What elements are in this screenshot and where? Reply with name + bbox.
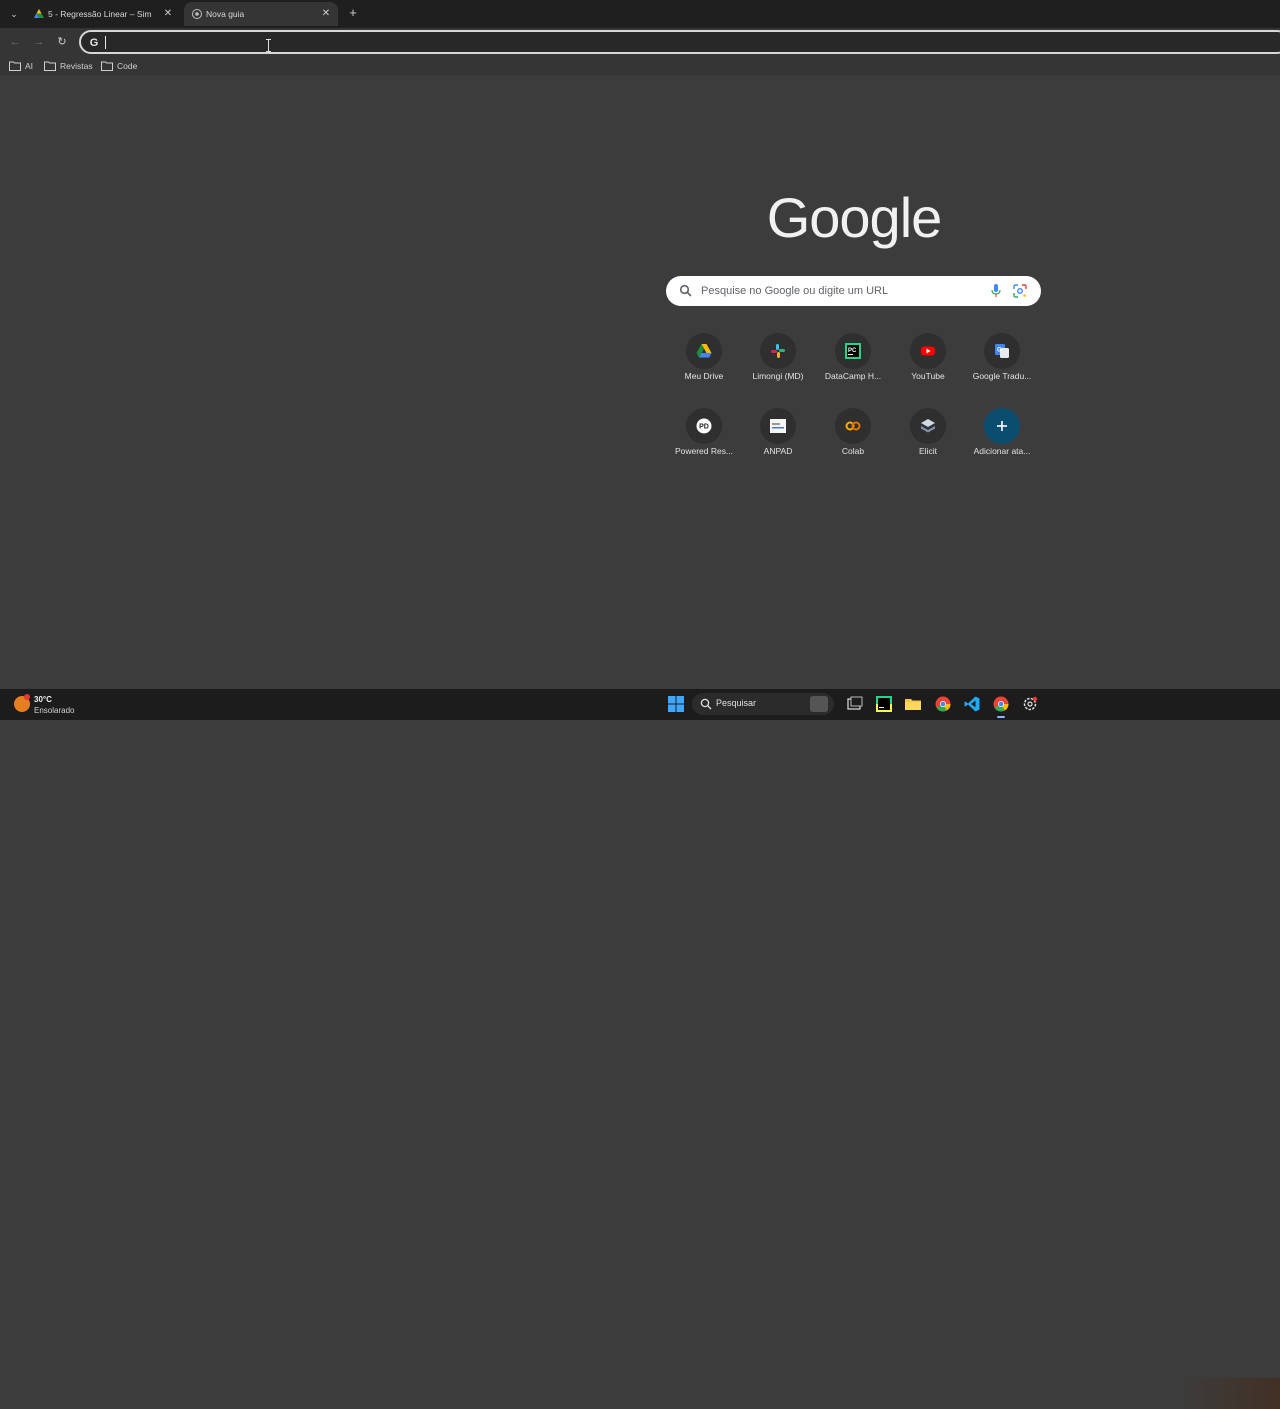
bookmark-label: Revistas xyxy=(60,61,93,71)
shortcut-label: Limongi (MD) xyxy=(752,371,804,381)
shortcut-label: Colab xyxy=(841,446,865,456)
shortcut-elicit[interactable]: Elicit xyxy=(891,402,965,466)
shortcut-icon-circle xyxy=(910,408,946,444)
svg-text:G: G xyxy=(997,348,1002,354)
shortcut-label: Elicit xyxy=(919,446,937,456)
google-drive-icon xyxy=(696,344,712,358)
search-icon xyxy=(679,284,692,297)
windows-start-icon[interactable] xyxy=(668,696,684,712)
shortcut-icon-circle: G xyxy=(984,333,1020,369)
shortcut-google-tradutor[interactable]: G Google Tradu... xyxy=(965,327,1039,391)
tab-title: 5 - Regressão Linear – Simples xyxy=(48,9,152,19)
youtube-icon xyxy=(921,346,935,356)
folder-icon xyxy=(101,61,113,71)
bookmark-label: Code xyxy=(117,61,138,71)
bookmark-label: AI xyxy=(25,61,34,71)
new-tab-plus-icon[interactable]: + xyxy=(346,6,360,20)
forward-arrow-icon[interactable]: → xyxy=(32,35,46,49)
elicit-icon xyxy=(921,419,935,433)
chrome-favicon-icon xyxy=(192,9,202,19)
svg-text:PD: PD xyxy=(699,424,709,431)
weather-alert-badge xyxy=(24,694,30,700)
reload-icon[interactable]: ↻ xyxy=(55,35,69,49)
shortcut-label: Google Tradu... xyxy=(972,371,1032,381)
tab-title: Nova guia xyxy=(206,9,245,19)
anpad-icon xyxy=(770,419,786,433)
taskbar-search[interactable]: Pesquisar xyxy=(692,693,834,715)
shortcut-anpad[interactable]: ANPAD xyxy=(741,402,815,466)
pd-icon: PD xyxy=(696,418,712,434)
shortcut-powered-res[interactable]: PD Powered Res... xyxy=(667,402,741,466)
folder-icon xyxy=(9,61,21,71)
chrome-active-app-icon[interactable] xyxy=(993,696,1009,712)
google-lens-icon[interactable] xyxy=(1013,284,1027,298)
shortcut-icon-circle xyxy=(835,408,871,444)
add-shortcut-button[interactable]: Adicionar ata... xyxy=(965,402,1039,466)
tab-search-chevron-icon[interactable]: ⌄ xyxy=(6,6,22,22)
svg-text:G: G xyxy=(90,37,99,48)
pycharm-app-icon[interactable] xyxy=(876,696,892,712)
shortcut-label: Powered Res... xyxy=(674,446,734,456)
shortcut-label: Meu Drive xyxy=(684,371,724,381)
plus-icon xyxy=(997,421,1007,431)
shortcut-label: ANPAD xyxy=(763,446,793,456)
tab-strip: ⌄ 5 - Regressão Linear – Simples ✕ Nova … xyxy=(0,0,1280,28)
taskbar-search-label: Pesquisar xyxy=(716,698,757,708)
tab-regressao-linear[interactable]: 5 - Regressão Linear – Simples ✕ xyxy=(26,2,180,26)
folder-icon xyxy=(44,61,56,71)
text-caret xyxy=(105,36,106,49)
chrome-app-icon[interactable] xyxy=(935,696,951,712)
google-logo: Google xyxy=(766,186,943,249)
search-icon xyxy=(700,698,712,710)
address-bar[interactable]: G xyxy=(79,30,1280,54)
close-tab-icon[interactable]: ✕ xyxy=(162,8,174,20)
browser-toolbar: ← → ↻ G xyxy=(0,28,1280,56)
shortcut-icon-circle xyxy=(760,408,796,444)
shortcut-label: Adicionar ata... xyxy=(973,446,1031,456)
weather-temperature: 30°C xyxy=(34,695,52,704)
bookmarks-bar: AI Revistas Code xyxy=(0,56,1280,76)
pycharm-icon: PC xyxy=(845,343,861,359)
shortcut-icon-circle: PD xyxy=(686,408,722,444)
back-arrow-icon[interactable]: ← xyxy=(8,35,22,49)
vscode-icon[interactable] xyxy=(964,696,980,712)
address-input[interactable] xyxy=(105,34,705,50)
shortcut-label: DataCamp H... xyxy=(824,371,882,381)
settings-gear-icon[interactable] xyxy=(1022,696,1038,712)
mouse-ibeam-cursor-icon xyxy=(266,39,271,52)
task-view-icon[interactable] xyxy=(847,696,863,712)
windows-taskbar: 30°C Ensolarado Pesquisar xyxy=(0,689,1280,1409)
file-explorer-icon[interactable] xyxy=(905,696,921,712)
shortcut-icon-circle: PC xyxy=(835,333,871,369)
colab-favicon-icon xyxy=(34,9,44,18)
new-tab-page: Google Meu Drive xyxy=(0,77,1280,689)
shortcut-icon-circle xyxy=(910,333,946,369)
shortcut-colab[interactable]: Colab xyxy=(816,402,890,466)
shortcut-limongi[interactable]: Limongi (MD) xyxy=(741,327,815,391)
slack-icon xyxy=(771,344,785,358)
desktop-corner-glow xyxy=(1180,1378,1280,1409)
svg-text:PC: PC xyxy=(848,348,857,354)
microphone-icon[interactable] xyxy=(990,283,1002,299)
active-app-indicator xyxy=(997,716,1005,718)
google-g-icon: G xyxy=(90,37,99,48)
shortcut-label: YouTube xyxy=(911,371,945,381)
shortcut-datacamp[interactable]: PC DataCamp H... xyxy=(816,327,890,391)
google-search-box[interactable] xyxy=(666,276,1041,306)
shortcut-icon-circle xyxy=(984,408,1020,444)
search-highlight-icon xyxy=(810,696,828,712)
shortcut-youtube[interactable]: YouTube xyxy=(891,327,965,391)
tab-nova-guia[interactable]: Nova guia ✕ xyxy=(184,2,338,26)
colab-icon xyxy=(845,421,861,431)
google-translate-icon: G xyxy=(995,344,1009,358)
weather-description: Ensolarado xyxy=(34,706,75,715)
shortcut-icon-circle xyxy=(760,333,796,369)
close-tab-icon[interactable]: ✕ xyxy=(320,8,332,20)
shortcut-meu-drive[interactable]: Meu Drive xyxy=(667,327,741,391)
search-input[interactable] xyxy=(701,283,981,299)
shortcut-icon-circle xyxy=(686,333,722,369)
